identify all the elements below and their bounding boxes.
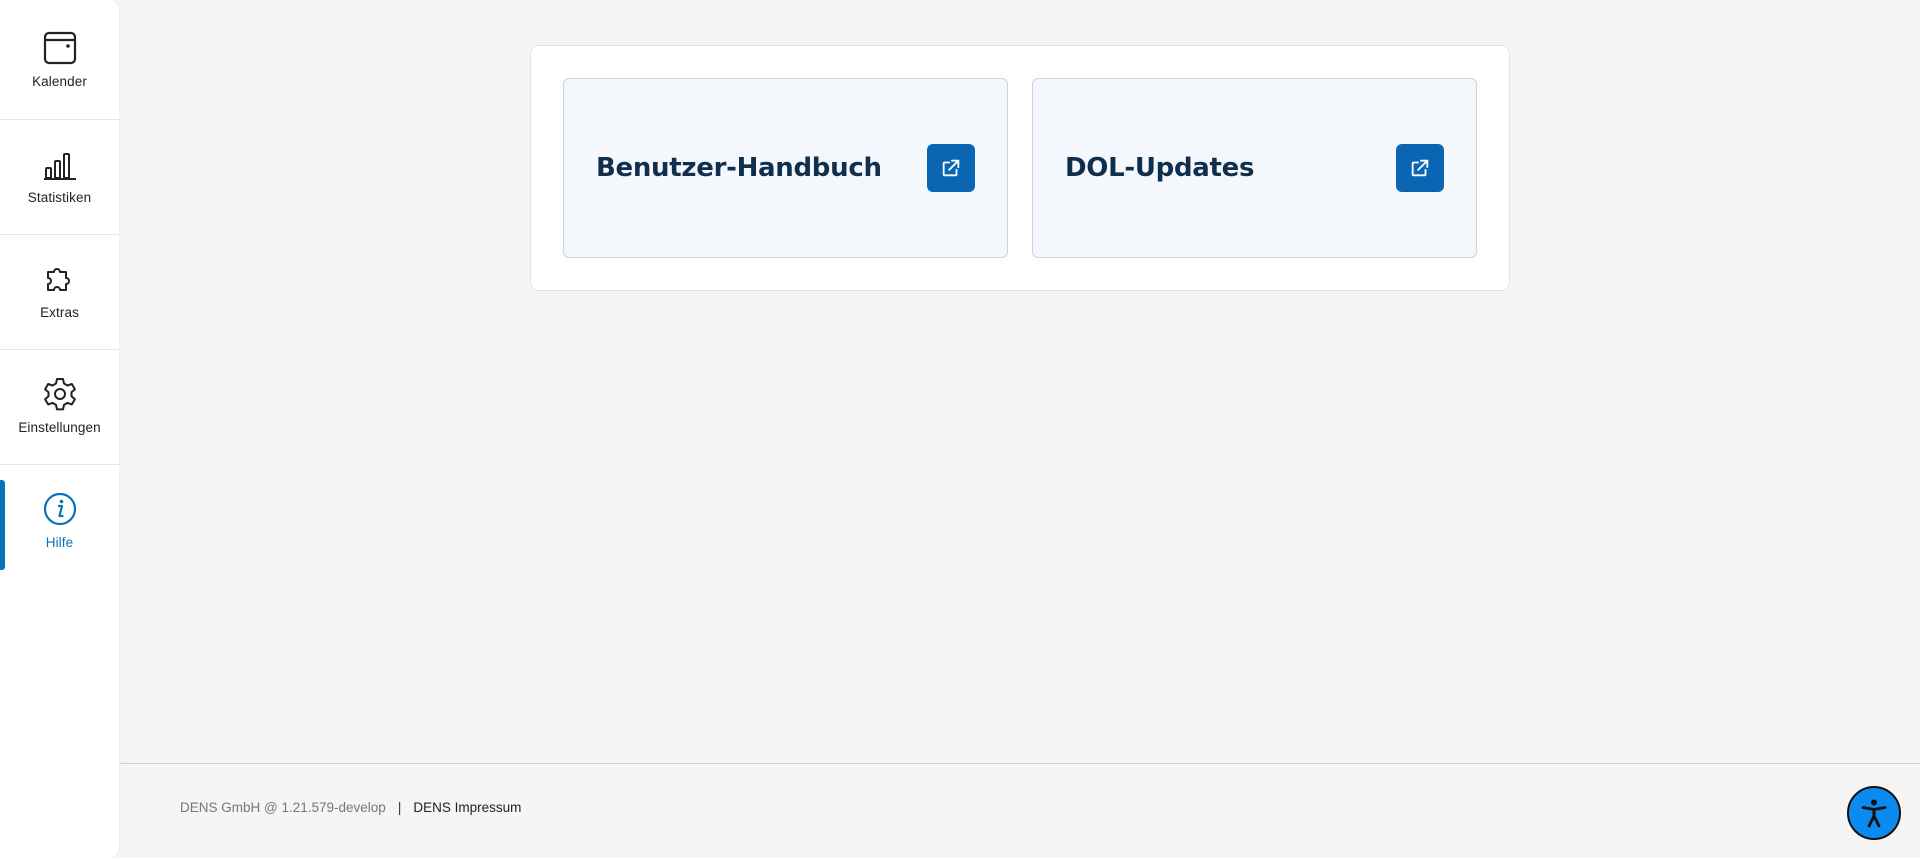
external-link-icon: [1411, 159, 1429, 177]
accessibility-icon: [1861, 799, 1887, 828]
sidebar-item-extras[interactable]: Extras: [0, 233, 119, 348]
sidebar: Kalender Statistiken Extras Einstellunge…: [0, 0, 119, 858]
footer-divider: [119, 763, 1920, 764]
accessibility-button[interactable]: [1847, 786, 1901, 840]
card-benutzer-handbuch: Benutzer-Handbuch: [563, 78, 1008, 258]
open-dol-updates-button[interactable]: [1396, 144, 1444, 192]
sidebar-item-kalender[interactable]: Kalender: [0, 2, 119, 117]
card-title: Benutzer-Handbuch: [596, 153, 882, 183]
info-icon: [43, 492, 76, 526]
sidebar-item-label: Hilfe: [45, 535, 74, 550]
version-text: DENS GmbH @ 1.21.579-develop: [180, 800, 386, 815]
sidebar-item-label: Statistiken: [27, 190, 92, 205]
card-title: DOL-Updates: [1065, 153, 1255, 183]
bar-chart-icon: [43, 153, 76, 180]
sidebar-item-label: Einstellungen: [18, 420, 101, 435]
sidebar-item-hilfe[interactable]: Hilfe: [0, 463, 119, 578]
sidebar-item-einstellungen[interactable]: Einstellungen: [0, 348, 119, 463]
gear-icon: [43, 378, 76, 411]
footer-separator: |: [397, 800, 402, 815]
calendar-icon: [43, 31, 76, 65]
open-handbuch-button[interactable]: [927, 144, 975, 192]
help-links-panel: Benutzer-Handbuch DOL-Updates: [530, 45, 1510, 291]
impressum-link[interactable]: DENS Impressum: [413, 800, 521, 815]
sidebar-item-label: Kalender: [32, 74, 87, 89]
sidebar-item-statistiken[interactable]: Statistiken: [0, 118, 119, 233]
sidebar-item-label: Extras: [40, 305, 79, 320]
footer: DENS GmbH @ 1.21.579-develop | DENS Impr…: [180, 800, 521, 815]
puzzle-icon: [46, 268, 70, 291]
external-link-icon: [942, 159, 960, 177]
card-dol-updates: DOL-Updates: [1032, 78, 1477, 258]
